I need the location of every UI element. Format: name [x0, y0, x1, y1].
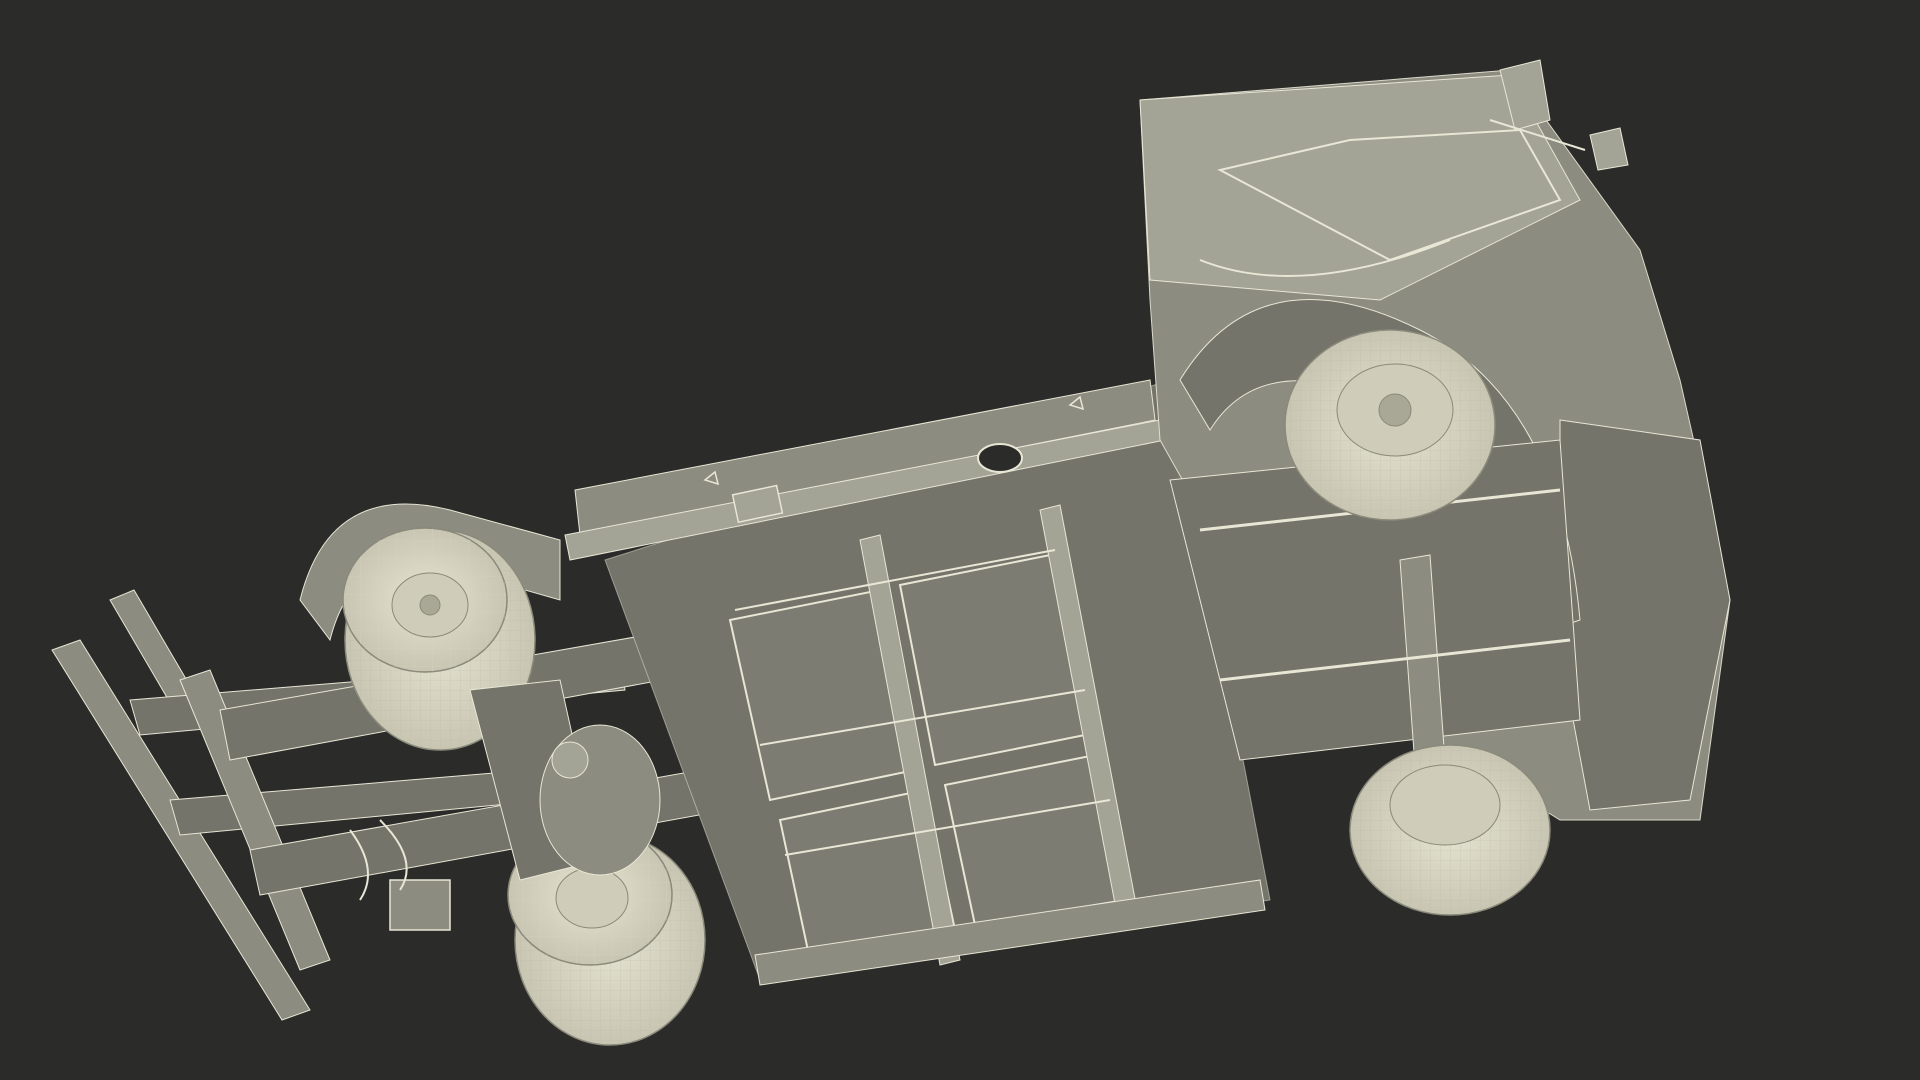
platform-hole: [977, 443, 1023, 473]
truck-chassis-wireframe-render: [0, 0, 1920, 1080]
render-viewport: [0, 0, 1920, 1080]
front-wheel-upper: [1284, 329, 1496, 521]
front-wheel-lower: [1349, 744, 1551, 916]
battery-box: [389, 879, 451, 931]
